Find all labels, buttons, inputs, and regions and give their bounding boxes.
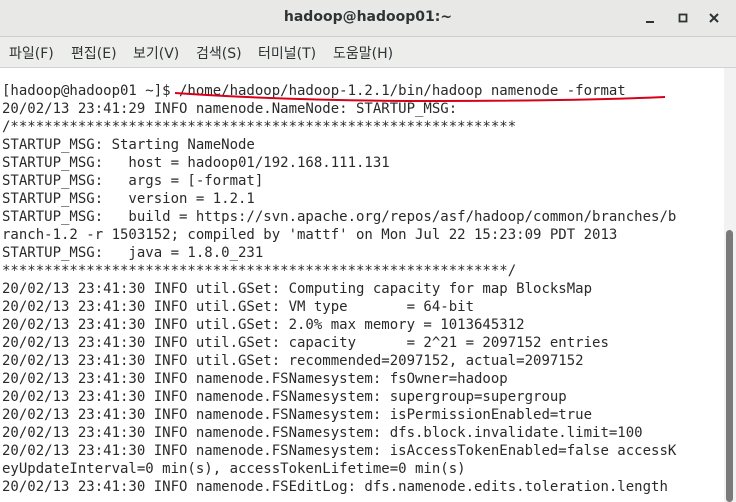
terminal-line: STARTUP_MSG: build = https://svn.apache.… xyxy=(2,209,677,225)
terminal-line: eyUpdateInterval=0 min(s), accessTokenLi… xyxy=(2,461,466,477)
menu-bar: 파일(F) 편집(E) 보기(V) 검색(S) 터미널(T) 도움말(H) xyxy=(0,37,736,68)
minimize-icon[interactable] xyxy=(638,6,662,30)
terminal-line: 20/02/13 23:41:30 INFO namenode.FSNamesy… xyxy=(2,425,643,441)
menu-file[interactable]: 파일(F) xyxy=(9,43,54,63)
terminal-line: 20/02/13 23:41:30 INFO namenode.FSNamesy… xyxy=(2,407,593,423)
terminal-line: STARTUP_MSG: Starting NameNode xyxy=(2,137,255,153)
close-icon[interactable] xyxy=(702,6,726,30)
terminal-line: /***************************************… xyxy=(2,119,517,135)
terminal-line: 20/02/13 23:41:30 INFO util.GSet: recomm… xyxy=(2,353,584,369)
terminal-line: STARTUP_MSG: args = [-format] xyxy=(2,173,264,189)
terminal-output[interactable]: [hadoop@hadoop01 ~]$ /home/hadoop/hadoop… xyxy=(0,68,724,502)
title-bar: hadoop@hadoop01:~ xyxy=(0,0,736,37)
maximize-icon[interactable] xyxy=(671,6,695,30)
terminal-line: 20/02/13 23:41:30 INFO util.GSet: capaci… xyxy=(2,335,609,351)
scrollbar-thumb[interactable] xyxy=(726,230,733,502)
menu-help[interactable]: 도움말(H) xyxy=(333,43,393,63)
menu-search[interactable]: 검색(S) xyxy=(196,43,242,63)
terminal-line: 20/02/13 23:41:30 INFO namenode.FSNamesy… xyxy=(2,371,508,387)
terminal-line: STARTUP_MSG: version = 1.2.1 xyxy=(2,191,255,207)
terminal-line: 20/02/13 23:41:30 INFO namenode.FSNamesy… xyxy=(2,443,677,459)
terminal-line: 20/02/13 23:41:30 INFO util.GSet: Comput… xyxy=(2,281,593,297)
terminal-line: 20/02/13 23:41:30 INFO namenode.FSEditLo… xyxy=(2,479,668,495)
menu-terminal[interactable]: 터미널(T) xyxy=(258,43,316,63)
menu-edit[interactable]: 편집(E) xyxy=(71,43,117,63)
terminal-line: ****************************************… xyxy=(2,263,517,279)
terminal-line: STARTUP_MSG: host = hadoop01/192.168.111… xyxy=(2,155,390,171)
terminal-line: 20/02/13 23:41:30 INFO util.GSet: VM typ… xyxy=(2,299,475,315)
terminal-line: ranch-1.2 -r 1503152; compiled by 'mattf… xyxy=(2,227,618,243)
terminal-line: STARTUP_MSG: java = 1.8.0_231 xyxy=(2,245,264,261)
window-title: hadoop@hadoop01:~ xyxy=(283,9,453,25)
terminal-line: 20/02/13 23:41:30 INFO namenode.FSNamesy… xyxy=(2,389,567,405)
menu-view[interactable]: 보기(V) xyxy=(133,43,179,63)
terminal-line: 20/02/13 23:41:30 INFO util.GSet: 2.0% m… xyxy=(2,317,525,333)
red-underline-annotation xyxy=(174,92,666,103)
